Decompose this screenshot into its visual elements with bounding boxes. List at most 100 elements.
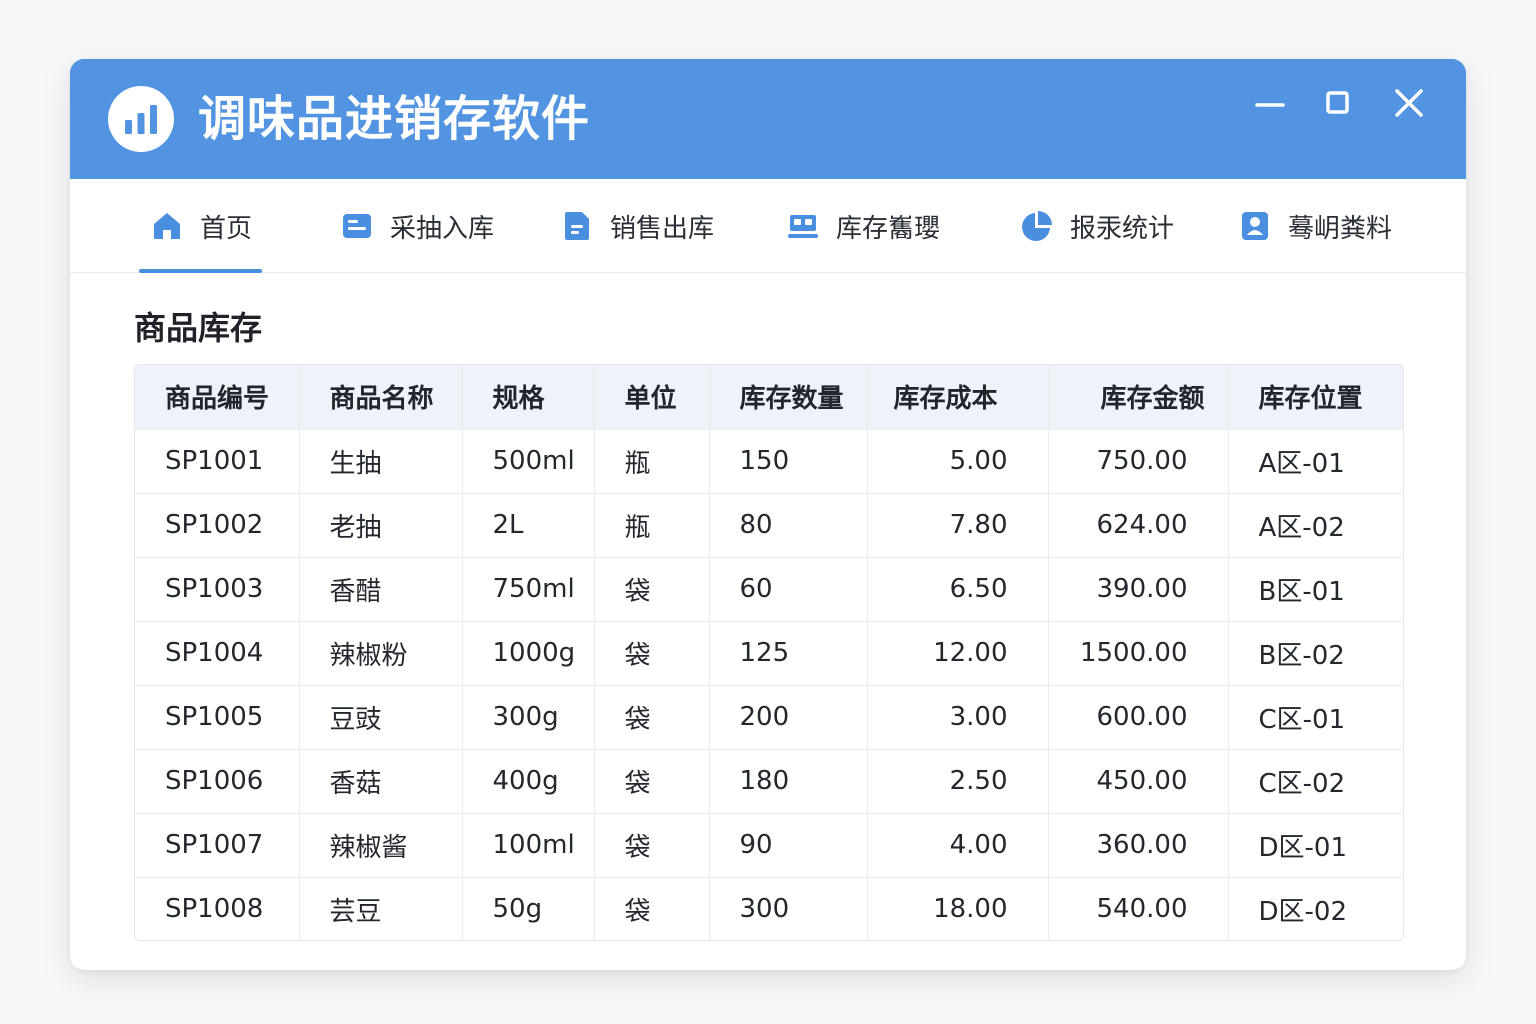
- table-cell: 500ml: [462, 429, 595, 494]
- nav-label: 报汞统计: [1070, 213, 1175, 244]
- nav-inbound[interactable]: 采抽入库: [340, 179, 494, 273]
- table-cell: 400g: [462, 749, 595, 814]
- table-cell: C区-02: [1228, 749, 1403, 814]
- table-cell: 360.00: [1048, 813, 1229, 878]
- minimize-icon: [1255, 103, 1285, 107]
- table-cell: 2.50: [867, 749, 1049, 814]
- table-cell: 300g: [462, 685, 595, 750]
- table-cell: 袋: [594, 621, 710, 686]
- table-cell: 390.00: [1048, 557, 1229, 622]
- table-cell: 生抽: [299, 429, 463, 494]
- home-icon: [154, 213, 180, 239]
- table-row[interactable]: SP1003 香醋 750ml 袋 60 6.50 390.00 B区-01: [135, 557, 1403, 622]
- table-cell: 540.00: [1048, 877, 1229, 940]
- close-button[interactable]: [1381, 83, 1437, 133]
- table-cell: SP1001: [135, 429, 300, 494]
- column-header[interactable]: 库存成本: [867, 365, 1049, 430]
- table-row[interactable]: SP1005 豆豉 300g 袋 200 3.00 600.00 C区-01: [135, 685, 1403, 750]
- nav-label: 销售出库: [610, 213, 715, 244]
- table-cell: 袋: [594, 685, 710, 750]
- table-cell: C区-01: [1228, 685, 1403, 750]
- table-cell: 袋: [594, 813, 710, 878]
- table-cell: 芸豆: [299, 877, 463, 940]
- table-row[interactable]: SP1008 芸豆 50g 袋 300 18.00 540.00 D区-02: [135, 877, 1403, 940]
- bar-chart-icon: [108, 86, 174, 152]
- table-cell: SP1008: [135, 877, 300, 940]
- table-cell: 100ml: [462, 813, 595, 878]
- table-cell: SP1004: [135, 621, 300, 686]
- table-cell: 袋: [594, 557, 710, 622]
- table-cell: 450.00: [1048, 749, 1229, 814]
- table-cell: 624.00: [1048, 493, 1229, 558]
- table-cell: 125: [709, 621, 868, 686]
- inventory-icon: [788, 215, 818, 238]
- column-header[interactable]: 单位: [594, 365, 710, 430]
- nav-label: 库存雟瓔: [836, 213, 941, 244]
- table-cell: 瓶: [594, 429, 710, 494]
- table-cell: 300: [709, 877, 868, 940]
- table-cell: 600.00: [1048, 685, 1229, 750]
- table-cell: 1500.00: [1048, 621, 1229, 686]
- table-row[interactable]: SP1002 老抽 2L 瓶 80 7.80 624.00 A区-02: [135, 493, 1403, 558]
- table-cell: 18.00: [867, 877, 1049, 940]
- table-cell: D区-02: [1228, 877, 1403, 940]
- nav-home[interactable]: 首页: [138, 179, 263, 273]
- table-cell: SP1002: [135, 493, 300, 558]
- table-cell: 150: [709, 429, 868, 494]
- nav-label: 采抽入库: [390, 213, 495, 244]
- table-cell: 瓶: [594, 493, 710, 558]
- table-row[interactable]: SP1004 辣椒粉 1000g 袋 125 12.00 1500.00 B区-02: [135, 621, 1403, 686]
- nav-inventory[interactable]: 库存雟瓔: [786, 179, 940, 273]
- table-cell: 6.50: [867, 557, 1049, 622]
- nav-label: 首页: [200, 213, 253, 244]
- nav-outbound[interactable]: 销售出库: [560, 179, 714, 273]
- table-cell: B区-01: [1228, 557, 1403, 622]
- table-cell: SP1007: [135, 813, 300, 878]
- table-row[interactable]: SP1006 香菇 400g 袋 180 2.50 450.00 C区-02: [135, 749, 1403, 814]
- column-header[interactable]: 库存位置: [1228, 365, 1403, 430]
- table-header-row: 商品编号 商品名称 规格 单位 库存数量 库存成本 库存金额 库存位置: [135, 365, 1403, 430]
- table-cell: 60: [709, 557, 868, 622]
- maximize-button[interactable]: [1310, 83, 1366, 133]
- table-cell: 80: [709, 493, 868, 558]
- table-cell: 2L: [462, 493, 595, 558]
- table-cell: 辣椒酱: [299, 813, 463, 878]
- table-cell: SP1005: [135, 685, 300, 750]
- table-cell: 4.00: [867, 813, 1049, 878]
- table-cell: 袋: [594, 877, 710, 940]
- nav-basic-data[interactable]: 蓦岄粪料: [1238, 179, 1392, 273]
- close-icon: [1395, 89, 1423, 117]
- table-cell: 3.00: [867, 685, 1049, 750]
- title-bar: 调味品进销存软件: [70, 59, 1466, 179]
- table-cell: A区-02: [1228, 493, 1403, 558]
- inbound-icon: [343, 214, 371, 238]
- table-cell: 50g: [462, 877, 595, 940]
- table-cell: 180: [709, 749, 868, 814]
- table-cell: 5.00: [867, 429, 1049, 494]
- nav-reports[interactable]: 报汞统计: [1020, 179, 1174, 273]
- column-header[interactable]: 商品编号: [135, 365, 300, 430]
- table-cell: 7.80: [867, 493, 1049, 558]
- table-cell: SP1006: [135, 749, 300, 814]
- table-row[interactable]: SP1007 辣椒酱 100ml 袋 90 4.00 360.00 D区-01: [135, 813, 1403, 878]
- column-header[interactable]: 库存数量: [709, 365, 868, 430]
- table-cell: 200: [709, 685, 868, 750]
- table-cell: 1000g: [462, 621, 595, 686]
- app-window: 调味品进销存软件 首页 采抽入库 销售出库 库存雟瓔 报汞统计 蓦岄粪料 商品库…: [70, 59, 1466, 970]
- table-cell: 辣椒粉: [299, 621, 463, 686]
- main-nav: 首页 采抽入库 销售出库 库存雟瓔 报汞统计 蓦岄粪料: [70, 179, 1466, 273]
- table-cell: 750.00: [1048, 429, 1229, 494]
- outbound-icon: [565, 212, 589, 240]
- table-cell: D区-01: [1228, 813, 1403, 878]
- maximize-icon: [1326, 91, 1349, 114]
- column-header[interactable]: 库存金额: [1048, 365, 1229, 430]
- table-row[interactable]: SP1001 生抽 500ml 瓶 150 5.00 750.00 A区-01: [135, 429, 1403, 494]
- minimize-button[interactable]: [1242, 83, 1298, 133]
- nav-label: 蓦岄粪料: [1288, 213, 1393, 244]
- table-cell: 香醋: [299, 557, 463, 622]
- user-card-icon: [1242, 212, 1268, 240]
- column-header[interactable]: 规格: [462, 365, 595, 430]
- table-cell: 袋: [594, 749, 710, 814]
- table-cell: 老抽: [299, 493, 463, 558]
- column-header[interactable]: 商品名称: [299, 365, 463, 430]
